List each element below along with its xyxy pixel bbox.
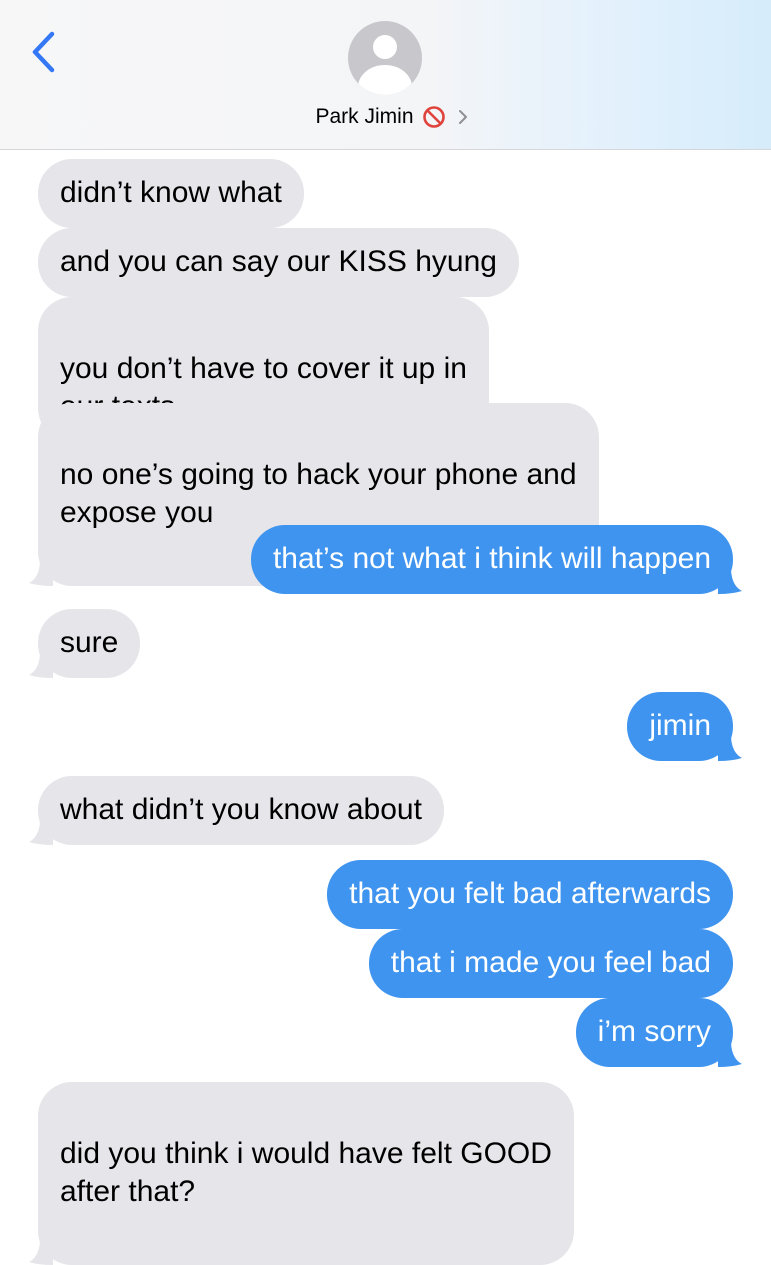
conversation-header: Park Jimin [0,0,771,150]
message-text: sure [60,626,119,659]
message-text: that you felt bad afterwards [349,877,711,910]
message-text: jimin [649,709,711,742]
sent-message-bubble[interactable]: that you felt bad afterwards [327,860,733,929]
message-text: no one’s going to hack your phone and ex… [60,458,577,529]
chevron-right-icon [458,110,467,124]
sent-message-bubble[interactable]: i’m sorry [575,998,742,1067]
message-text: did you think i would have felt GOOD aft… [60,1137,552,1208]
message-text: and you can say our KISS hyung [60,245,497,278]
blocked-icon [422,106,445,128]
bubble-tail [29,560,53,586]
contact-details-button[interactable]: Park Jimin [0,102,771,132]
received-message-bubble[interactable]: what didn’t you know about [29,776,444,845]
received-message-bubble[interactable]: didn’t know what [38,159,304,228]
received-message-bubble[interactable]: and you can say our KISS hyung [38,228,519,297]
sent-message-bubble[interactable]: that’s not what i think will happen [250,525,742,594]
message-text: that i made you feel bad [390,946,711,979]
bubble-tail [718,1041,742,1067]
sent-message-bubble[interactable]: jimin [627,692,742,761]
sent-message-bubble[interactable]: that i made you feel bad [368,929,733,998]
avatar-head [373,35,397,59]
message-text: didn’t know what [60,176,282,209]
message-thread: didn’t know what and you can say our KIS… [0,0,771,1265]
bubble-tail [718,568,742,594]
contact-name: Park Jimin [315,105,414,128]
bubble-tail [29,652,53,678]
contact-avatar[interactable] [348,21,422,95]
bubble-tail [29,1239,53,1265]
bubble-tail [29,819,53,845]
message-text: that’s not what i think will happen [272,542,711,575]
received-message-bubble[interactable]: sure [29,609,141,678]
received-message-bubble[interactable]: did you think i would have felt GOOD aft… [29,1082,574,1265]
chevron-left-icon[interactable] [28,30,58,74]
message-text: what didn’t you know about [60,793,422,826]
bubble-tail [718,735,742,761]
avatar-shoulders [358,65,412,95]
message-text: i’m sorry [597,1015,711,1048]
